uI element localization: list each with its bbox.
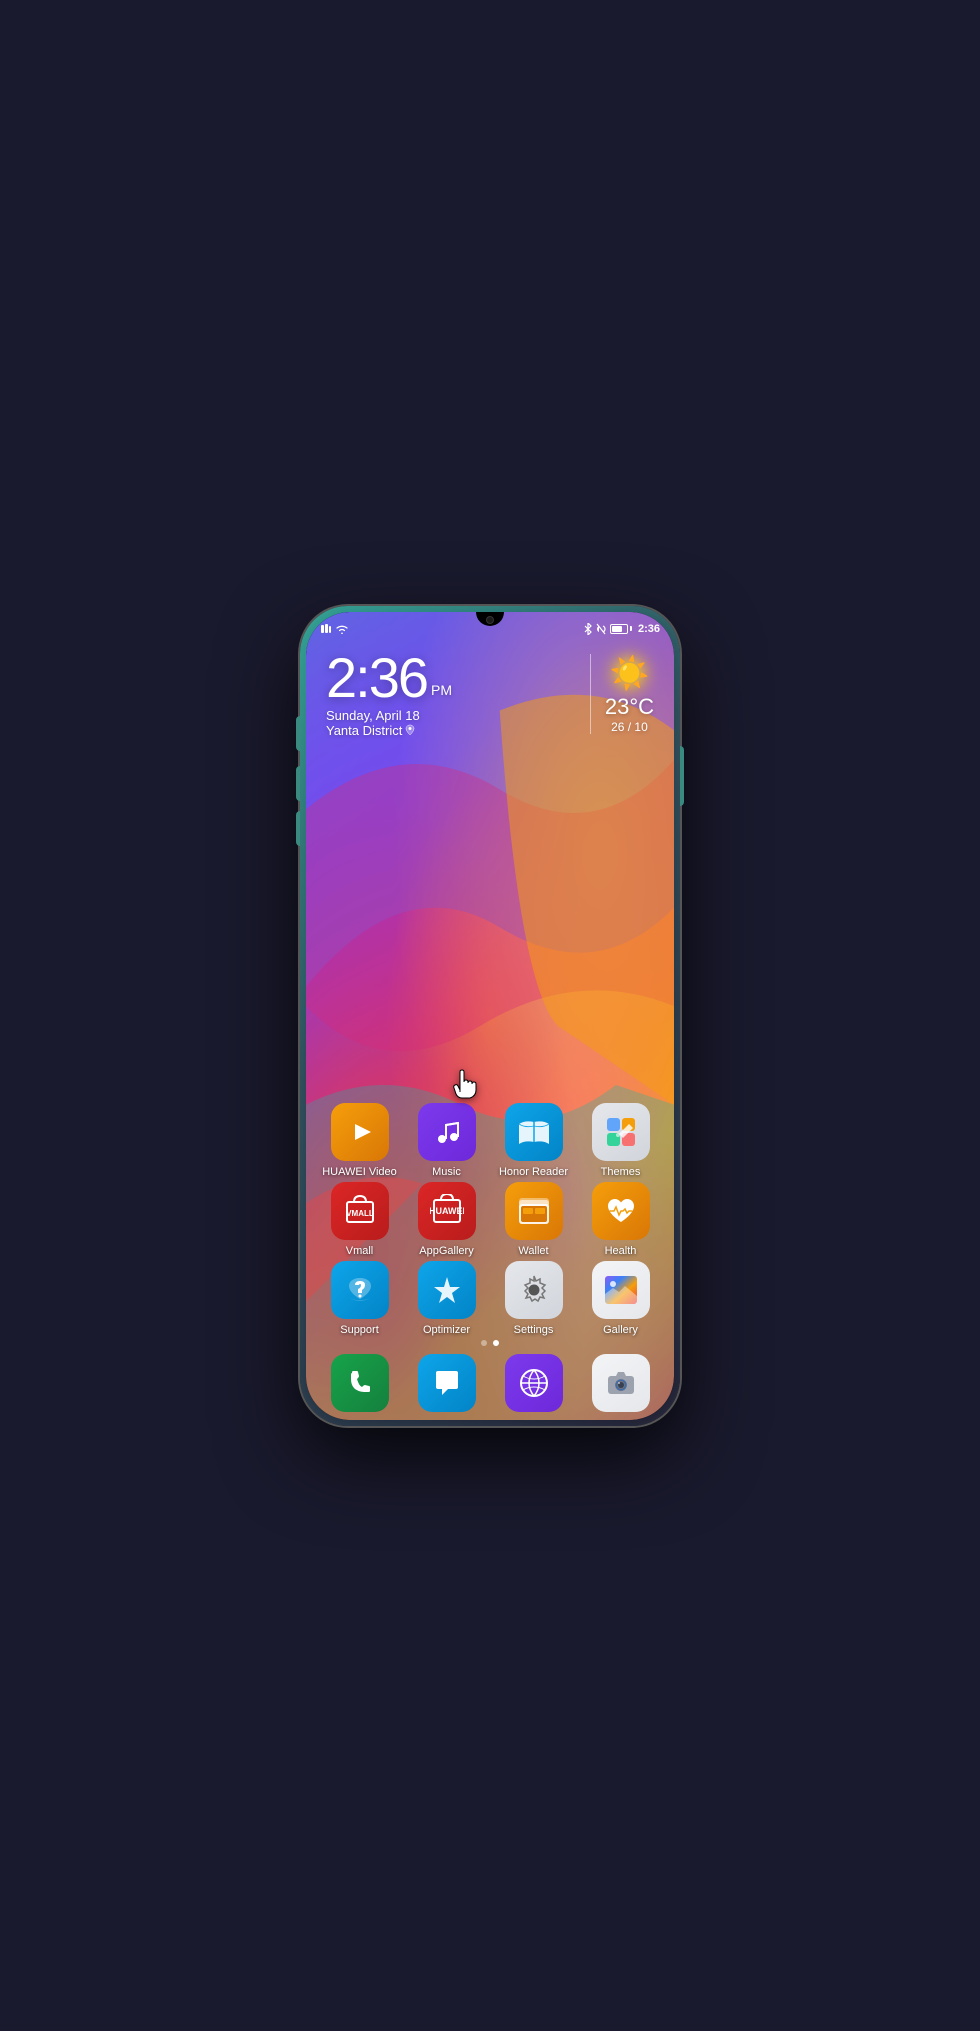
dock-icon-camera [592, 1354, 650, 1412]
app-item-honor-reader[interactable]: Honor Reader [494, 1103, 574, 1178]
app-grid: HUAWEI Video Music [306, 1103, 674, 1340]
status-time: 2:36 [638, 623, 660, 635]
app-icon-vmall: VMALL [331, 1182, 389, 1240]
battery-icon [610, 624, 632, 634]
weather-range: 26 / 10 [611, 720, 648, 734]
screen: 2:36 2:36 PM Sunday, April 18 Yanta Dist… [306, 612, 674, 1420]
app-icon-appgallery: HUAWEI [418, 1182, 476, 1240]
app-item-gallery[interactable]: Gallery [581, 1261, 661, 1336]
phone-frame: 2:36 2:36 PM Sunday, April 18 Yanta Dist… [300, 606, 680, 1426]
dock-icon-phone [331, 1354, 389, 1412]
clock-left: 2:36 PM Sunday, April 18 Yanta District [326, 650, 576, 738]
app-label-support: Support [340, 1324, 379, 1336]
app-row-3: Support Optimizer [316, 1261, 664, 1336]
clock-time: 2:36 [326, 650, 427, 706]
svg-text:HUAWEI: HUAWEI [430, 1206, 464, 1216]
app-item-health[interactable]: Health [581, 1182, 661, 1257]
mute-icon [596, 623, 606, 635]
app-item-vmall[interactable]: VMALL Vmall [320, 1182, 400, 1257]
app-item-support[interactable]: Support [320, 1261, 400, 1336]
clock-location: Yanta District [326, 723, 576, 738]
clock-widget: 2:36 PM Sunday, April 18 Yanta District [326, 650, 654, 738]
app-label-settings: Settings [514, 1324, 554, 1336]
front-camera [486, 616, 494, 624]
app-row-1: HUAWEI Video Music [316, 1103, 664, 1178]
app-label-optimizer: Optimizer [423, 1324, 470, 1336]
app-label-vmall: Vmall [346, 1245, 374, 1257]
app-icon-optimizer [418, 1261, 476, 1319]
app-label-health: Health [605, 1245, 637, 1257]
app-row-2: VMALL Vmall HUAWEI [316, 1182, 664, 1257]
page-dots [481, 1340, 499, 1346]
dock-icon-browser [505, 1354, 563, 1412]
app-label-themes: Themes [601, 1166, 641, 1178]
app-item-huawei-video[interactable]: HUAWEI Video [320, 1103, 400, 1178]
app-item-settings[interactable]: Settings [494, 1261, 574, 1336]
dock-item-messages[interactable] [413, 1354, 481, 1412]
status-left-icons [320, 623, 348, 635]
weather-temperature: 23°C [605, 694, 654, 720]
clock-ampm: PM [431, 682, 452, 698]
app-item-optimizer[interactable]: Optimizer [407, 1261, 487, 1336]
app-item-themes[interactable]: Themes [581, 1103, 661, 1178]
app-item-music[interactable]: Music [407, 1103, 487, 1178]
weather-widget: ☀️ 23°C 26 / 10 [605, 650, 654, 734]
clock-date: Sunday, April 18 [326, 708, 576, 723]
dock-item-phone[interactable] [326, 1354, 394, 1412]
app-item-wallet[interactable]: Wallet [494, 1182, 574, 1257]
app-icon-themes [592, 1103, 650, 1161]
svg-text:VMALL: VMALL [346, 1209, 374, 1218]
phone-inner: 2:36 2:36 PM Sunday, April 18 Yanta Dist… [306, 612, 674, 1420]
wifi-icon [336, 624, 348, 634]
app-icon-health [592, 1182, 650, 1240]
app-label-wallet: Wallet [518, 1245, 548, 1257]
page-dot-1 [481, 1340, 487, 1346]
app-item-appgallery[interactable]: HUAWEI AppGallery [407, 1182, 487, 1257]
sim-icon [320, 623, 332, 635]
app-icon-wallet [505, 1182, 563, 1240]
app-label-music: Music [432, 1166, 461, 1178]
clock-divider [590, 654, 591, 734]
app-icon-huawei-video [331, 1103, 389, 1161]
bluetooth-icon [584, 623, 592, 635]
page-dot-2 [493, 1340, 499, 1346]
dock-item-camera[interactable] [587, 1354, 655, 1412]
app-icon-support [331, 1261, 389, 1319]
app-icon-gallery [592, 1261, 650, 1319]
dock-icon-messages [418, 1354, 476, 1412]
app-icon-settings [505, 1261, 563, 1319]
dock-item-browser[interactable] [500, 1354, 568, 1412]
app-label-gallery: Gallery [603, 1324, 638, 1336]
app-label-appgallery: AppGallery [419, 1245, 473, 1257]
app-label-huawei-video: HUAWEI Video [322, 1166, 397, 1178]
app-icon-music [418, 1103, 476, 1161]
app-label-honor-reader: Honor Reader [499, 1166, 568, 1178]
dock [316, 1354, 664, 1412]
app-icon-honor-reader [505, 1103, 563, 1161]
status-right-icons: 2:36 [584, 623, 660, 635]
sun-icon: ☀️ [610, 654, 650, 692]
